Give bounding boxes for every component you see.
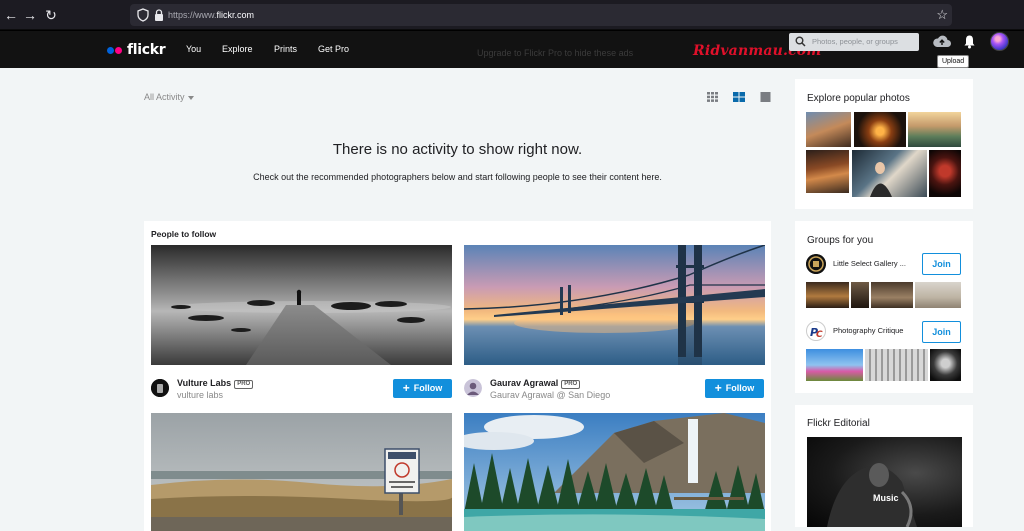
search-placeholder: Photos, people, or groups bbox=[812, 37, 898, 46]
upgrade-ad-text[interactable]: Upgrade to Flickr Pro to hide these ads bbox=[477, 47, 633, 59]
user-avatar[interactable] bbox=[990, 32, 1009, 51]
shield-icon[interactable] bbox=[136, 8, 150, 22]
people-to-follow-panel: People to follow Vulture Labs PRO vulture… bbox=[144, 221, 771, 531]
bookmark-star-icon[interactable]: ☆ bbox=[936, 7, 948, 23]
vulture-labs-name[interactable]: Vulture Labs PRO bbox=[177, 378, 254, 389]
upload-tooltip: Upload bbox=[937, 55, 970, 68]
search-icon[interactable] bbox=[795, 36, 806, 47]
vulture-labs-photo[interactable] bbox=[151, 245, 452, 365]
join-button-photography-critique[interactable]: Join bbox=[922, 321, 961, 343]
empty-state-title: There is no activity to show right now. bbox=[332, 141, 583, 158]
group-photo-4[interactable] bbox=[915, 282, 961, 308]
upload-cloud-icon[interactable] bbox=[932, 34, 952, 48]
back-icon[interactable]: ← bbox=[2, 6, 20, 24]
groups-for-you-title: Groups for you bbox=[807, 235, 874, 246]
popular-photo-1[interactable] bbox=[806, 112, 851, 147]
plus-icon: + bbox=[402, 381, 410, 395]
flickr-editorial-card: Flickr Editorial Music bbox=[795, 405, 973, 527]
group-photo-3[interactable] bbox=[871, 282, 913, 308]
editorial-caption: Music bbox=[873, 493, 899, 503]
svg-text:C: C bbox=[816, 330, 823, 340]
empty-state-subtitle: Check out the recommended photographers … bbox=[253, 172, 662, 182]
explore-popular-title: Explore popular photos bbox=[807, 93, 910, 104]
plus-icon: + bbox=[714, 381, 722, 395]
popular-photo-6[interactable] bbox=[929, 150, 961, 197]
bell-icon[interactable] bbox=[963, 34, 976, 49]
address-bar[interactable]: https://www.flickr.com ☆ bbox=[130, 4, 952, 26]
group-avatar-photography-critique[interactable]: PC bbox=[806, 321, 826, 341]
popular-photo-4[interactable] bbox=[806, 150, 849, 193]
list-view-icon[interactable] bbox=[733, 92, 745, 102]
follow-button-vulture-labs[interactable]: + Follow bbox=[393, 379, 452, 398]
vulture-labs-subtitle: vulture labs bbox=[177, 390, 224, 400]
logo-text: flickr bbox=[127, 42, 166, 58]
explore-popular-card: Explore popular photos bbox=[795, 79, 973, 209]
browser-toolbar: ← → ↻ https://www.flickr.com ☆ bbox=[0, 0, 1024, 30]
group-photo-6[interactable] bbox=[865, 349, 928, 381]
popular-photo-2[interactable] bbox=[854, 112, 906, 147]
group-avatar-little-select[interactable] bbox=[806, 254, 826, 274]
chevron-down-icon bbox=[187, 95, 194, 100]
pro-badge: PRO bbox=[234, 380, 254, 389]
beach-sign-photo[interactable] bbox=[151, 413, 452, 531]
lock-icon[interactable] bbox=[152, 8, 166, 22]
people-to-follow-title: People to follow bbox=[151, 229, 217, 239]
gaurav-agrawal-name[interactable]: Gaurav Agrawal PRO bbox=[490, 378, 581, 389]
group-name-photography-critique[interactable]: Photography Critique bbox=[833, 326, 903, 336]
activity-filter-dropdown[interactable]: All Activity bbox=[144, 92, 194, 103]
group-photo-2[interactable] bbox=[851, 282, 869, 308]
search-input[interactable]: Photos, people, or groups bbox=[789, 33, 919, 51]
flickr-logo[interactable]: flickr bbox=[107, 40, 166, 60]
pro-badge: PRO bbox=[561, 380, 581, 389]
groups-for-you-card: Groups for you Little Select Gallery ...… bbox=[795, 221, 973, 393]
group-photo-7[interactable] bbox=[930, 349, 961, 381]
nav-get-pro[interactable]: Get Pro bbox=[318, 42, 349, 56]
nav-you[interactable]: You bbox=[186, 42, 201, 56]
follow-button-gaurav-agrawal[interactable]: + Follow bbox=[705, 379, 764, 398]
popular-photo-3[interactable] bbox=[908, 112, 961, 147]
gaurav-agrawal-avatar[interactable] bbox=[464, 379, 482, 397]
group-name-little-select[interactable]: Little Select Gallery ... bbox=[833, 259, 906, 269]
nav-explore[interactable]: Explore bbox=[222, 42, 253, 56]
join-button-little-select[interactable]: Join bbox=[922, 253, 961, 275]
reload-icon[interactable]: ↻ bbox=[42, 6, 60, 24]
single-view-icon[interactable] bbox=[760, 92, 771, 102]
logo-dot-pink bbox=[115, 46, 122, 54]
nav-prints[interactable]: Prints bbox=[274, 42, 297, 56]
forward-icon[interactable]: → bbox=[21, 6, 39, 24]
group-photo-5[interactable] bbox=[806, 349, 863, 381]
activity-filter-label: All Activity bbox=[144, 92, 185, 102]
url-text: https://www.flickr.com bbox=[168, 10, 255, 20]
mountain-waterfall-photo[interactable] bbox=[464, 413, 765, 531]
flickr-editorial-title: Flickr Editorial bbox=[807, 418, 870, 429]
logo-dot-blue bbox=[107, 46, 114, 54]
grid-view-icon[interactable] bbox=[707, 92, 718, 102]
gaurav-agrawal-subtitle: Gaurav Agrawal @ San Diego bbox=[490, 390, 611, 400]
group-photo-1[interactable] bbox=[806, 282, 849, 308]
editorial-music-photo[interactable]: Music bbox=[807, 437, 962, 527]
gaurav-agrawal-photo[interactable] bbox=[464, 245, 765, 365]
vulture-labs-avatar[interactable] bbox=[151, 379, 169, 397]
popular-photo-5[interactable] bbox=[852, 150, 927, 197]
